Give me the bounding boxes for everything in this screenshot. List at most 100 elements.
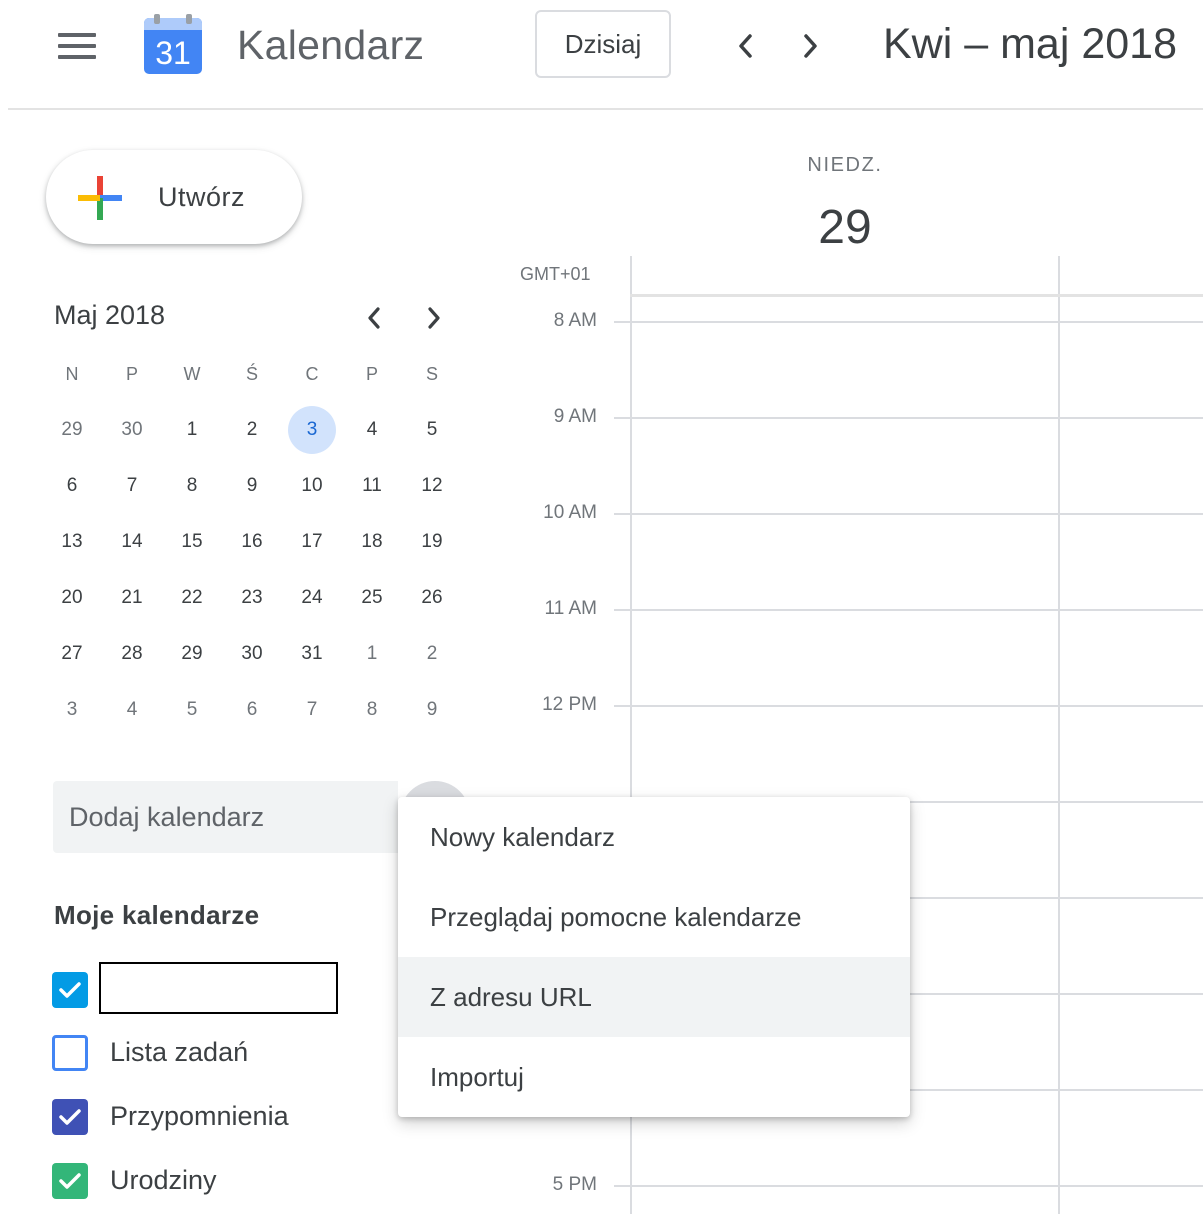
- chevron-right-icon[interactable]: [790, 26, 830, 66]
- today-button[interactable]: Dzisiaj: [535, 10, 671, 78]
- logo-number: 31: [155, 35, 191, 71]
- mini-calendar-day[interactable]: 28: [102, 626, 162, 682]
- calendar-logo-icon: 31: [144, 14, 202, 74]
- my-calendars-heading: Moje kalendarze: [54, 900, 260, 930]
- mini-weekday-header: S: [425, 363, 438, 384]
- mini-calendar-day[interactable]: 29: [162, 626, 222, 682]
- mini-calendar-day[interactable]: 30: [102, 402, 162, 458]
- mini-calendar-day[interactable]: 6: [222, 682, 282, 738]
- all-day-divider: [630, 294, 1203, 297]
- mini-calendar-day[interactable]: 3: [42, 682, 102, 738]
- mini-calendar-day[interactable]: 4: [102, 682, 162, 738]
- mini-calendar-day[interactable]: 10: [282, 458, 342, 514]
- add-calendar-menu: Nowy kalendarz Przeglądaj pomocne kalenda…: [398, 797, 910, 1117]
- check-icon: [59, 982, 81, 998]
- timezone-label: GMT+01: [520, 264, 591, 284]
- mini-calendar-day[interactable]: 7: [282, 682, 342, 738]
- mini-calendar-day[interactable]: 15: [162, 514, 222, 570]
- date-range-title: Kwi – maj 2018: [883, 20, 1177, 68]
- mini-calendar-day[interactable]: 21: [102, 570, 162, 626]
- menu-item[interactable]: Nowy kalendarz: [398, 797, 910, 877]
- create-button[interactable]: Utwórz: [46, 150, 302, 244]
- calendar-label: Urodziny: [110, 1165, 217, 1195]
- mini-calendar-day[interactable]: 4: [342, 402, 402, 458]
- mini-calendar-day[interactable]: 18: [342, 514, 402, 570]
- calendar-list-item[interactable]: Urodziny: [52, 1163, 392, 1203]
- mini-calendar-day[interactable]: 11: [342, 458, 402, 514]
- mini-calendar-day[interactable]: 27: [42, 626, 102, 682]
- mini-calendar-day[interactable]: 19: [402, 514, 462, 570]
- chevron-left-icon[interactable]: [726, 26, 766, 66]
- mini-calendar-day[interactable]: 9: [402, 682, 462, 738]
- hour-label: 9 AM: [553, 406, 597, 427]
- mini-next-month-icon[interactable]: [416, 300, 452, 336]
- mini-calendar-day[interactable]: 23: [222, 570, 282, 626]
- mini-calendar-day[interactable]: 14: [102, 514, 162, 570]
- mini-calendar-day[interactable]: 12: [402, 458, 462, 514]
- mini-calendar-day[interactable]: 25: [342, 570, 402, 626]
- redacted-calendar-name: [99, 962, 338, 1014]
- mini-calendar-day[interactable]: 13: [42, 514, 102, 570]
- mini-weekday-header: P: [365, 363, 378, 384]
- calendar-label: Lista zadań: [110, 1037, 249, 1067]
- header-divider: [8, 108, 1203, 110]
- hamburger-menu-icon[interactable]: [58, 33, 96, 59]
- hour-gridline: [614, 513, 1203, 515]
- add-calendar-input[interactable]: Dodaj kalendarz: [53, 781, 398, 853]
- mini-calendar-day[interactable]: 20: [42, 570, 102, 626]
- mini-calendar-day[interactable]: 1: [342, 626, 402, 682]
- mini-prev-month-icon[interactable]: [356, 300, 392, 336]
- mini-weekday-header: Ś: [245, 363, 258, 384]
- hour-label: 8 AM: [553, 310, 597, 331]
- calendar-list-item[interactable]: Lista zadań: [52, 1035, 392, 1075]
- hour-label: 5 PM: [552, 1174, 597, 1195]
- hour-gridline: [614, 609, 1203, 611]
- hour-label: 12 PM: [542, 694, 597, 715]
- day-column-weekday: NIEDZ.: [807, 154, 883, 176]
- mini-calendar-day[interactable]: 31: [282, 626, 342, 682]
- check-icon: [59, 1173, 81, 1189]
- mini-day-number: 3: [288, 406, 336, 454]
- colorful-plus-icon: [78, 176, 122, 220]
- calendar-checkbox[interactable]: [52, 1099, 88, 1135]
- mini-calendar-day[interactable]: 1: [162, 402, 222, 458]
- hour-label: 10 AM: [543, 502, 597, 523]
- hour-gridline: [614, 705, 1203, 707]
- mini-calendar-day[interactable]: 17: [282, 514, 342, 570]
- mini-calendar-day[interactable]: 5: [402, 402, 462, 458]
- calendar-checkbox[interactable]: [52, 1163, 88, 1199]
- calendar-label: Przypomnienia: [110, 1101, 289, 1131]
- mini-calendar-day[interactable]: 26: [402, 570, 462, 626]
- mini-calendar-day[interactable]: 8: [342, 682, 402, 738]
- calendar-checkbox[interactable]: [52, 972, 88, 1008]
- mini-calendar-day[interactable]: 16: [222, 514, 282, 570]
- hour-gridline: [614, 321, 1203, 323]
- mini-calendar-day[interactable]: 29: [42, 402, 102, 458]
- top-app-bar: 31 Kalendarz Dzisiaj Kwi – maj 2018: [0, 0, 1203, 110]
- mini-calendar-day[interactable]: 24: [282, 570, 342, 626]
- mini-calendar-day[interactable]: 2: [402, 626, 462, 682]
- menu-item[interactable]: Z adresu URL: [398, 957, 910, 1037]
- mini-calendar-day[interactable]: 5: [162, 682, 222, 738]
- menu-item[interactable]: Importuj: [398, 1037, 910, 1117]
- create-button-label: Utwórz: [158, 182, 246, 212]
- hour-gridline: [614, 1185, 1203, 1187]
- mini-calendar-day[interactable]: 7: [102, 458, 162, 514]
- mini-calendar-day[interactable]: 9: [222, 458, 282, 514]
- mini-calendar-title: Maj 2018: [54, 300, 166, 330]
- mini-calendar-day[interactable]: 8: [162, 458, 222, 514]
- mini-weekday-header: W: [183, 363, 201, 384]
- check-icon: [59, 1109, 81, 1125]
- mini-calendar-day-selected[interactable]: 3: [282, 402, 342, 458]
- mini-calendar-day[interactable]: 6: [42, 458, 102, 514]
- mini-weekday-header: P: [125, 363, 138, 384]
- menu-item[interactable]: Przeglądaj pomocne kalendarze: [398, 877, 910, 957]
- mini-calendar-day[interactable]: 22: [162, 570, 222, 626]
- calendar-checkbox[interactable]: [52, 1035, 88, 1071]
- calendar-list-item[interactable]: Przypomnienia: [52, 1099, 392, 1139]
- hour-gridline: [614, 417, 1203, 419]
- mini-calendar-day[interactable]: 2: [222, 402, 282, 458]
- hour-label: 11 AM: [544, 598, 597, 619]
- day-column-date[interactable]: 29: [780, 200, 910, 255]
- mini-calendar-day[interactable]: 30: [222, 626, 282, 682]
